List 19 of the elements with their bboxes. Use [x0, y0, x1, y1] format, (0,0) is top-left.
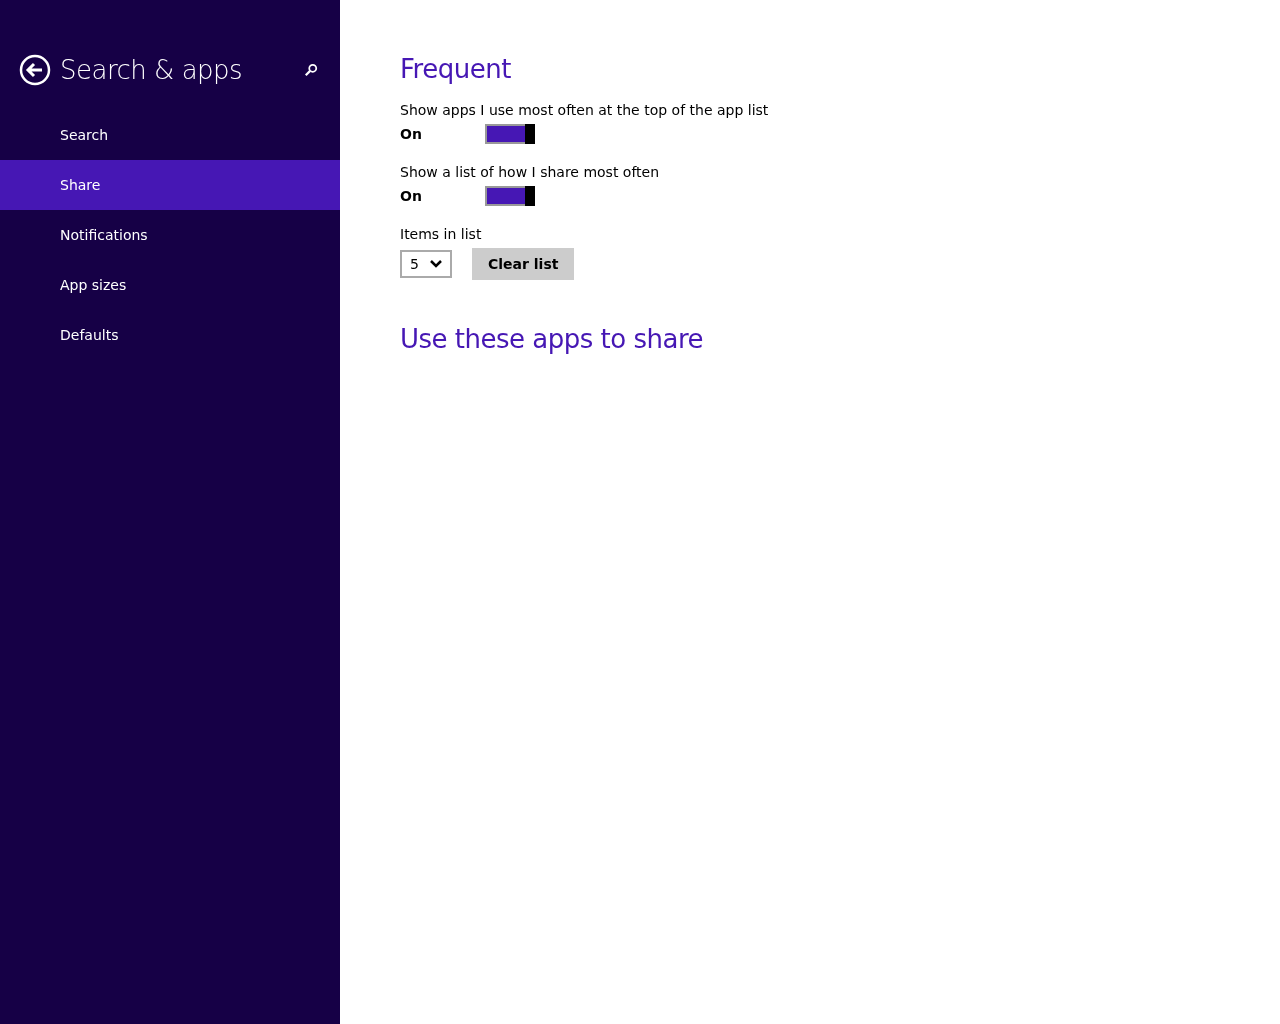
- clear-list-button[interactable]: Clear list: [472, 248, 575, 280]
- toggle-switch[interactable]: [485, 186, 535, 206]
- setting-label: Show a list of how I share most often: [400, 164, 661, 180]
- sidebar-title: Search & apps: [60, 55, 244, 85]
- sidebar-item[interactable]: Share: [0, 160, 340, 210]
- sidebar-item[interactable]: Search: [0, 110, 340, 160]
- section-heading: Use these apps to share: [400, 324, 704, 354]
- sidebar-item[interactable]: Notifications: [0, 210, 340, 260]
- items-dropdown[interactable]: 5: [400, 250, 452, 278]
- sidebar-item[interactable]: Defaults: [0, 310, 340, 360]
- toggle-switch[interactable]: [485, 124, 535, 144]
- chevron-down-icon: [430, 260, 442, 268]
- sidebar-item[interactable]: App sizes: [0, 260, 340, 310]
- toggle-state: On: [400, 126, 423, 142]
- setting-label: Show apps I use most often at the top of the app list: [400, 102, 769, 118]
- search-icon[interactable]: [304, 63, 318, 77]
- section-heading: Frequent: [400, 54, 512, 84]
- toggle-state: On: [400, 188, 423, 204]
- setting-label: Items in list: [400, 226, 483, 242]
